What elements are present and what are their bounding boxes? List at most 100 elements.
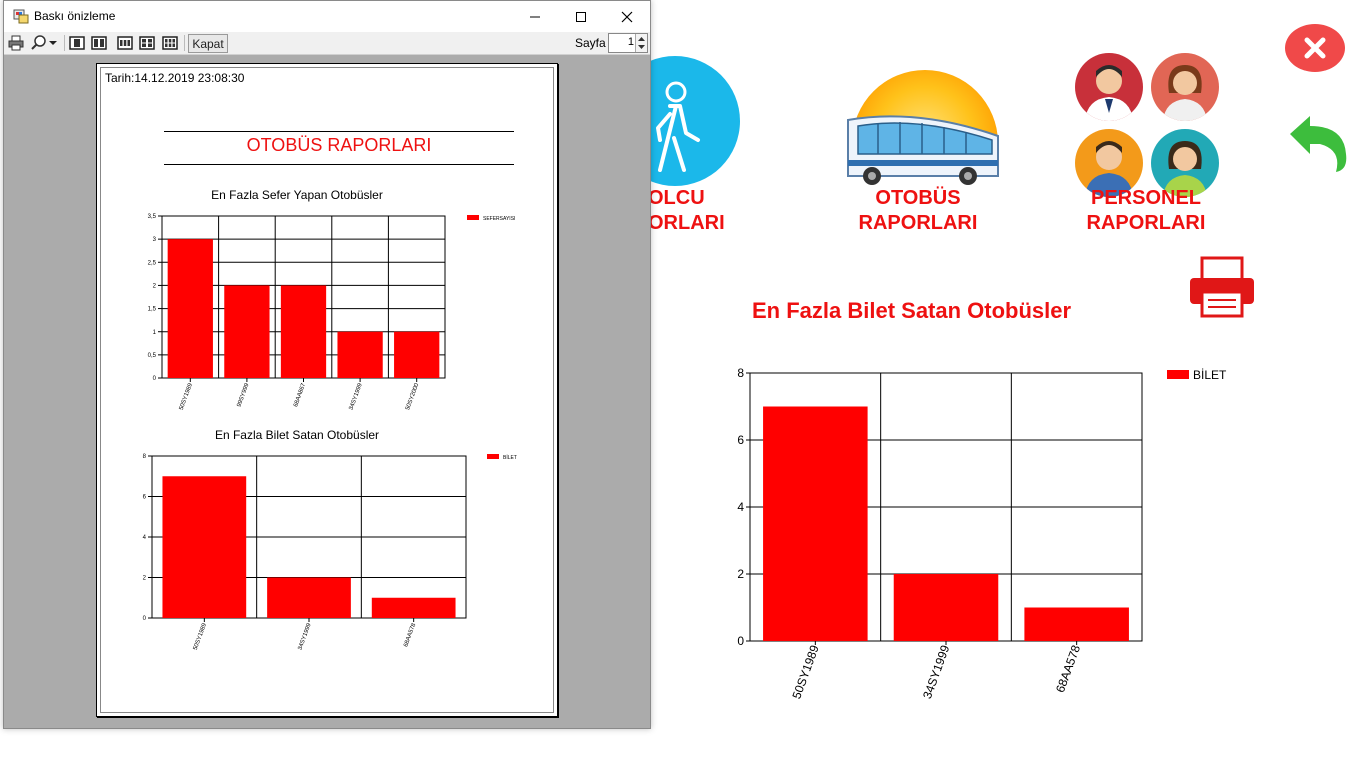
y-tick-label: 2,5 bbox=[148, 260, 157, 266]
preview-chart-1: 0 0,5 1 1,5 2 2,5 3 3,5 50SY1989 99SY999 68AA867 34… bbox=[148, 214, 516, 411]
bar bbox=[280, 285, 327, 378]
y-tick-label: 2 bbox=[153, 284, 157, 290]
y-tick-label: 8 bbox=[143, 454, 147, 460]
x-tick-label: 50SY2000 bbox=[405, 382, 420, 411]
stepper-down-icon bbox=[638, 45, 645, 49]
preview-chart-2-title: En Fazla Bilet Satan Otobüsler bbox=[214, 428, 380, 442]
window-title: Baskı önizleme bbox=[34, 9, 116, 23]
legend-label: BİLET bbox=[1193, 368, 1227, 382]
x-tick-label: 34SY1999 bbox=[920, 643, 952, 701]
toolbar-separator bbox=[64, 35, 65, 51]
y-tick-label: 0 bbox=[737, 634, 744, 648]
bus-reports-label: OTOBÜS RAPORLARI bbox=[858, 187, 978, 234]
staff-reports-label: PERSONEL RAPORLARI bbox=[1086, 187, 1206, 234]
x-tick-label: 99SY999 bbox=[236, 382, 250, 408]
title-bar[interactable]: Baskı önizleme bbox=[4, 1, 650, 32]
bar bbox=[371, 597, 456, 618]
three-pages-button[interactable] bbox=[116, 35, 134, 51]
y-tick-label: 2 bbox=[737, 567, 744, 581]
y-tick-label: 3 bbox=[153, 237, 157, 243]
one-page-icon bbox=[69, 36, 85, 50]
y-tick-label: 4 bbox=[737, 500, 744, 514]
maximize-icon bbox=[576, 11, 586, 22]
heading-rule-bottom bbox=[164, 164, 514, 165]
y-tick-label: 8 bbox=[737, 366, 744, 380]
y-tick-label: 6 bbox=[143, 495, 147, 501]
two-pages-button[interactable] bbox=[90, 35, 108, 51]
y-tick-label: 3,5 bbox=[148, 214, 157, 220]
y-tick-label: 0 bbox=[143, 616, 147, 622]
bar bbox=[224, 285, 270, 378]
male-avatar-icon bbox=[1075, 53, 1143, 121]
preview-toolbar: Kapat Sayfa 1 bbox=[4, 32, 650, 55]
print-button[interactable] bbox=[1188, 256, 1256, 318]
magnifier-icon bbox=[31, 35, 46, 50]
stepper-arrows[interactable] bbox=[635, 34, 647, 52]
close-icon bbox=[1304, 37, 1326, 59]
close-preview-button[interactable]: Kapat bbox=[188, 34, 228, 53]
y-tick-label: 1,5 bbox=[148, 307, 157, 313]
six-pages-button[interactable] bbox=[161, 35, 179, 51]
bar bbox=[893, 574, 999, 641]
x-tick-label: 50SY1989 bbox=[179, 382, 194, 411]
x-tick-label: 68AA578 bbox=[403, 622, 417, 648]
bar bbox=[1024, 607, 1129, 641]
x-tick-label: 50SY1989 bbox=[193, 622, 208, 651]
page-label: Sayfa bbox=[575, 36, 606, 50]
y-tick-label: 0,5 bbox=[148, 353, 157, 359]
two-pages-icon bbox=[91, 36, 107, 50]
y-tick-label: 1 bbox=[153, 330, 157, 336]
minimize-button[interactable] bbox=[512, 1, 558, 32]
bar bbox=[763, 406, 868, 641]
bar bbox=[162, 476, 247, 618]
report-date: Tarih:14.12.2019 23:08:30 bbox=[105, 71, 245, 85]
preview-chart-1-title: En Fazla Sefer Yapan Otobüsler bbox=[211, 188, 383, 202]
printer-icon bbox=[1190, 256, 1254, 318]
page-number-value: 1 bbox=[627, 36, 634, 48]
y-tick-label: 0 bbox=[153, 376, 157, 382]
print-tool-button[interactable] bbox=[7, 35, 25, 51]
passenger-reports-label: OLCU ORLARI bbox=[648, 187, 725, 234]
x-tick-label: 68AA867 bbox=[293, 382, 307, 408]
legend-label: BİLET bbox=[503, 454, 517, 461]
chevron-down-icon bbox=[49, 41, 57, 45]
stepper-up-icon bbox=[638, 37, 645, 41]
legend-swatch bbox=[467, 215, 479, 220]
maximize-button[interactable] bbox=[558, 1, 604, 32]
female-avatar-icon bbox=[1151, 53, 1219, 121]
six-pages-icon bbox=[162, 36, 178, 50]
four-pages-button[interactable] bbox=[138, 35, 156, 51]
print-preview-app-icon bbox=[13, 9, 29, 24]
legend-swatch bbox=[1167, 370, 1189, 379]
window-close-button[interactable] bbox=[604, 1, 650, 32]
x-tick-label: 50SY1989 bbox=[789, 643, 821, 701]
legend-swatch bbox=[487, 454, 499, 459]
x-tick-label: 68AA578 bbox=[1053, 643, 1083, 694]
legend-label: SEFERSAYISI bbox=[483, 216, 515, 222]
close-window-icon bbox=[621, 11, 633, 22]
x-tick-label: 34SY1999 bbox=[349, 382, 364, 411]
close-button[interactable] bbox=[1285, 24, 1345, 72]
bar bbox=[394, 331, 440, 378]
main-chart-title: En Fazla Bilet Satan Otobüsler bbox=[752, 298, 1072, 323]
toolbar-separator bbox=[184, 35, 185, 51]
y-tick-label: 2 bbox=[143, 576, 147, 582]
heading-rule-top bbox=[164, 131, 514, 132]
bus-icon bbox=[847, 115, 999, 185]
back-arrow-icon bbox=[1290, 116, 1347, 172]
minimize-icon bbox=[530, 16, 540, 17]
three-pages-icon bbox=[117, 36, 133, 50]
printer-small-icon bbox=[8, 35, 24, 51]
four-pages-icon bbox=[139, 36, 155, 50]
one-page-button[interactable] bbox=[68, 35, 86, 51]
close-preview-label: Kapat bbox=[192, 36, 224, 51]
preview-page[interactable]: Tarih:14.12.2019 23:08:30 OTOBÜS RAPORLA… bbox=[96, 63, 558, 717]
page-number-stepper[interactable]: 1 bbox=[608, 33, 648, 53]
x-tick-label: 34SY1999 bbox=[297, 622, 312, 651]
main-chart: 0 2 4 6 8 50SY1989 34SY1999 68AA578 BİLET bbox=[737, 366, 1227, 701]
back-button[interactable] bbox=[1286, 110, 1350, 174]
bar bbox=[267, 577, 351, 618]
zoom-tool-button[interactable] bbox=[28, 35, 60, 51]
bar bbox=[167, 239, 213, 378]
preview-chart-2: 0 2 4 6 8 50SY1989 34SY1999 68AA578 BİLET bbox=[143, 454, 517, 651]
